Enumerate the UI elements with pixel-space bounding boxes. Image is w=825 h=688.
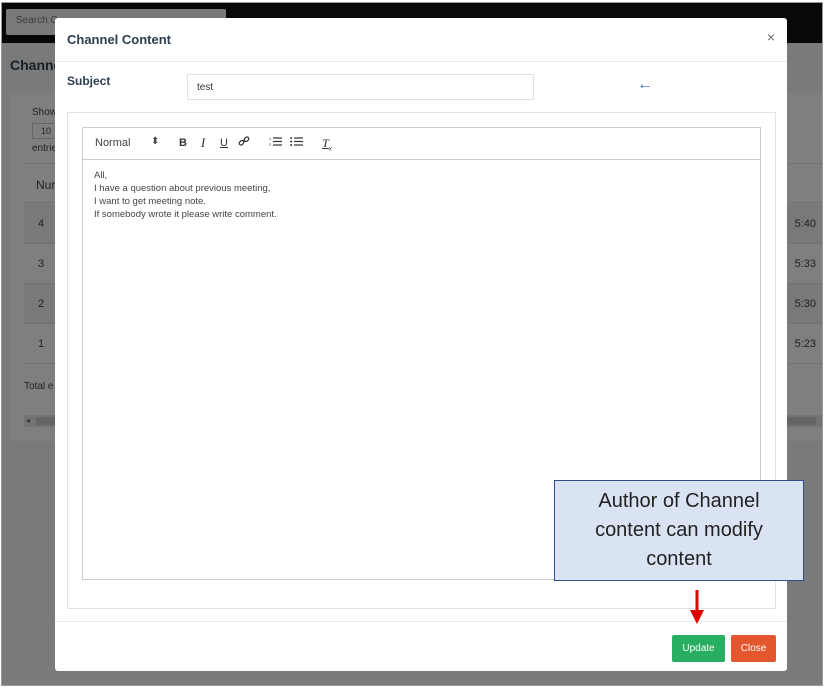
modal-footer: Update Close xyxy=(55,621,787,671)
arrow-left-icon: ← xyxy=(637,76,653,93)
bold-button[interactable]: B xyxy=(175,135,191,151)
underline-button[interactable]: U xyxy=(216,135,232,151)
close-button[interactable]: Close xyxy=(731,635,776,662)
ordered-list-icon[interactable]: 1 2 xyxy=(267,135,283,151)
editor-toolbar: Normal ⬍ B I U 1 2 Tx xyxy=(82,127,761,159)
clear-format-icon[interactable]: Tx xyxy=(319,135,335,152)
close-icon[interactable]: × xyxy=(767,29,775,45)
annotation-text: Author of Channel content can modify con… xyxy=(595,487,763,574)
subject-input[interactable] xyxy=(187,74,534,100)
link-icon[interactable] xyxy=(236,135,252,151)
annotation-line: Author of Channel xyxy=(598,490,760,512)
annotation-callout: Author of Channel content can modify con… xyxy=(554,480,804,581)
content-line: I want to get meeting note. xyxy=(94,196,206,207)
ordered-list-graphic: 1 2 xyxy=(269,136,282,147)
arrow-down-icon xyxy=(690,590,704,624)
italic-button[interactable]: I xyxy=(195,135,211,151)
svg-text:2: 2 xyxy=(269,142,272,147)
clear-format-label: T xyxy=(322,136,329,150)
annotation-line: content xyxy=(646,548,712,570)
content-line: I have a question about previous meeting… xyxy=(94,183,271,194)
subject-label: Subject xyxy=(67,74,111,88)
select-caret-icon[interactable]: ⬍ xyxy=(151,136,159,147)
link-icon-graphic xyxy=(238,136,250,146)
annotation-line: content can modify xyxy=(595,519,763,541)
content-line: If somebody wrote it please write commen… xyxy=(94,209,277,220)
modal-title: Channel Content xyxy=(67,32,171,47)
svg-text:1: 1 xyxy=(269,136,272,141)
update-button[interactable]: Update xyxy=(672,635,725,662)
modal-header: Channel Content × xyxy=(55,18,787,62)
bullet-list-icon[interactable] xyxy=(288,135,304,151)
content-line: All, xyxy=(94,170,108,181)
header-select[interactable]: Normal xyxy=(95,137,130,149)
bullet-list-graphic xyxy=(289,137,303,146)
